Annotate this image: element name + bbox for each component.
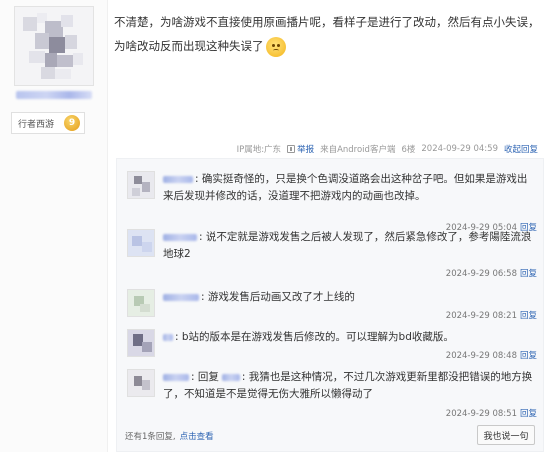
author-column: 行者西游 9 [0,0,108,452]
post-time: 2024-09-29 04:59 [421,144,498,154]
reply-username-blurred[interactable] [163,175,193,183]
reply-to-label: 回复 [197,371,219,383]
thinking-face-emoji-icon [265,36,286,57]
more-replies-footer: 还有1条回复, 点击查看 [125,430,214,442]
reply-text: 游戏发售后动画又改了才上线的 [207,291,355,303]
collapse-replies-link[interactable]: 收起回复 [504,143,538,155]
reply-time: 2024-9-29 06:58 [445,269,517,279]
reply-target-username-blurred[interactable] [221,373,240,381]
post-floor: 6楼 [401,145,416,155]
reply-avatar[interactable] [127,369,155,397]
post-content: 不清楚，为啥游戏不直接使用原画播片呢，看样子是进行了改动，然后有点小失误，为啥改… [114,10,544,58]
reply-username-blurred[interactable] [163,373,189,381]
level-name: 行者西游 [18,119,55,130]
reply-item: : 回复: 我猜也是这种情况，不过几次游戏更新里都没把错误的地方换了，不知道是不… [127,369,537,419]
reply-avatar[interactable] [127,289,155,317]
reply-item: : 游戏发售后动画又改了才上线的 2024-9-29 08:21 回复 [127,289,537,321]
reply-panel: : 确实挺奇怪的，只是换个色调没道路会出这种岔子吧。但如果是游戏出来后发现并修改… [116,158,544,452]
reply-text: 说不定就是游戏发售之后被人发现了，然后紧急修改了，参考陽陸流浪地球2 [163,231,532,260]
reply-username-blurred[interactable] [163,333,173,341]
reply-button[interactable]: 回复 [520,311,537,321]
reply-time: 2024-9-29 08:51 [445,409,517,419]
reply-text: b站的版本是在游戏发售后修改的。可以理解为bd收藏版。 [181,331,454,343]
reply-meta: 2024-9-29 06:58 回复 [446,267,537,279]
reply-avatar[interactable] [127,171,155,199]
reply-item: : 说不定就是游戏发售之后被人发现了，然后紧急修改了，参考陽陸流浪地球2 202… [127,229,537,279]
reply-username-blurred[interactable] [163,293,199,301]
level-badge-box[interactable]: 行者西游 9 [11,112,85,134]
reply-meta: 2024-9-29 08:48 回复 [446,349,537,361]
ip-location: IP属地:广东 [236,145,282,155]
reply-meta: 2024-9-29 08:51 回复 [446,407,537,419]
say-something-button[interactable]: 我也说一句 [477,425,535,445]
report-button[interactable]: 举报 [287,143,314,155]
reply-button[interactable]: 回复 [520,409,537,419]
report-label: 举报 [297,145,315,155]
reply-avatar[interactable] [127,229,155,257]
reply-time: 2024-9-29 08:21 [445,311,517,321]
report-icon [287,145,296,153]
reply-item: : 确实挺奇怪的，只是换个色调没道路会出这种岔子吧。但如果是游戏出来后发现并修改… [127,171,537,233]
reply-time: 2024-9-29 08:48 [445,351,517,361]
level-number-icon: 9 [64,115,80,131]
author-name-blurred[interactable] [16,90,92,100]
click-view-link[interactable]: 点击查看 [180,430,214,442]
reply-button[interactable]: 回复 [520,351,537,361]
more-replies-text: 还有1条回复, [125,432,176,442]
post-source: 来自Android客户端 [320,145,396,155]
reply-meta: 2024-9-29 08:21 回复 [446,309,537,321]
reply-item: : b站的版本是在游戏发售后修改的。可以理解为bd收藏版。 2024-9-29 … [127,329,537,361]
post-meta-bar: IP属地:广东 举报 来自Android客户端 6楼 2024-09-29 04… [237,143,538,155]
post-text: 不清楚，为啥游戏不直接使用原画播片呢，看样子是进行了改动，然后有点小失误，为啥改… [114,15,540,53]
author-avatar[interactable] [14,6,94,86]
reply-avatar[interactable] [127,329,155,357]
reply-text: 确实挺奇怪的，只是换个色调没道路会出这种岔子吧。但如果是游戏出来后发现并修改的话… [163,173,528,202]
reply-button[interactable]: 回复 [520,269,537,279]
reply-username-blurred[interactable] [163,233,197,241]
